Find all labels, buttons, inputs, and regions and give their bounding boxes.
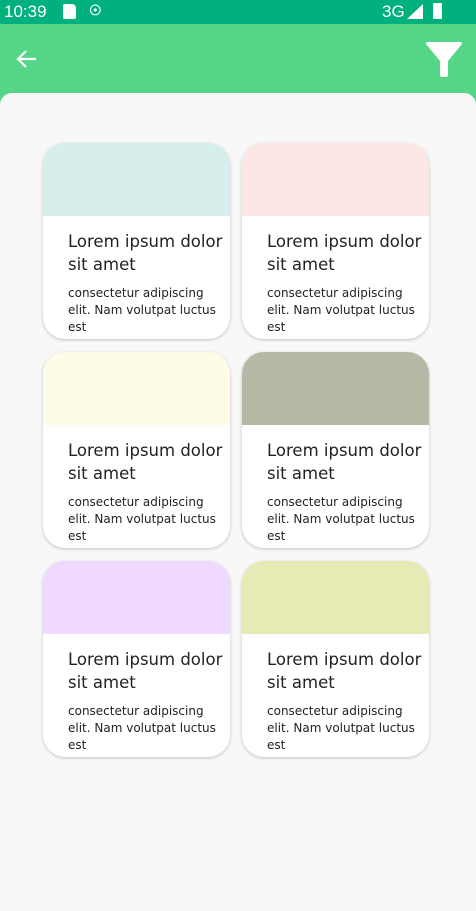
status-bar: 10:39 ☉ 3G bbox=[0, 0, 476, 24]
card[interactable]: Lorem ipsum dolor sit amet consectetur a… bbox=[43, 143, 230, 339]
card-body: consectetur adipiscing elit. Nam volutpa… bbox=[267, 495, 415, 543]
status-time: 10:39 bbox=[4, 2, 47, 21]
card-color-band bbox=[242, 561, 429, 634]
card-title: Lorem ipsum dolor sit amet bbox=[68, 441, 223, 483]
card[interactable]: Lorem ipsum dolor sit amet consectetur a… bbox=[242, 561, 429, 757]
card-title: Lorem ipsum dolor sit amet bbox=[267, 650, 422, 692]
card-title: Lorem ipsum dolor sit amet bbox=[68, 232, 223, 274]
card[interactable]: Lorem ipsum dolor sit amet consectetur a… bbox=[43, 561, 230, 757]
debug-icon: ☉ bbox=[89, 2, 102, 18]
card-color-band bbox=[242, 143, 429, 216]
battery-icon bbox=[433, 3, 442, 19]
filter-icon[interactable] bbox=[425, 42, 463, 78]
card-title: Lorem ipsum dolor sit amet bbox=[68, 650, 223, 692]
card-title: Lorem ipsum dolor sit amet bbox=[267, 232, 422, 274]
network-type: 3G bbox=[382, 2, 405, 21]
card-body: consectetur adipiscing elit. Nam volutpa… bbox=[68, 704, 216, 752]
app-bar bbox=[0, 24, 476, 94]
card-color-band bbox=[43, 352, 230, 425]
card-body: consectetur adipiscing elit. Nam volutpa… bbox=[267, 286, 415, 334]
card[interactable]: Lorem ipsum dolor sit amet consectetur a… bbox=[242, 352, 429, 548]
card-body: consectetur adipiscing elit. Nam volutpa… bbox=[68, 495, 216, 543]
card-title: Lorem ipsum dolor sit amet bbox=[267, 441, 422, 483]
content-area: Lorem ipsum dolor sit amet consectetur a… bbox=[0, 93, 476, 911]
card-color-band bbox=[43, 143, 230, 216]
arrow-left-icon[interactable] bbox=[14, 46, 40, 72]
signal-icon bbox=[407, 4, 423, 19]
card-body: consectetur adipiscing elit. Nam volutpa… bbox=[68, 286, 216, 334]
card-color-band bbox=[242, 352, 429, 425]
card[interactable]: Lorem ipsum dolor sit amet consectetur a… bbox=[43, 352, 230, 548]
sd-card-icon bbox=[63, 4, 76, 19]
card-color-band bbox=[43, 561, 230, 634]
card-grid: Lorem ipsum dolor sit amet consectetur a… bbox=[43, 143, 429, 757]
card[interactable]: Lorem ipsum dolor sit amet consectetur a… bbox=[242, 143, 429, 339]
card-body: consectetur adipiscing elit. Nam volutpa… bbox=[267, 704, 415, 752]
